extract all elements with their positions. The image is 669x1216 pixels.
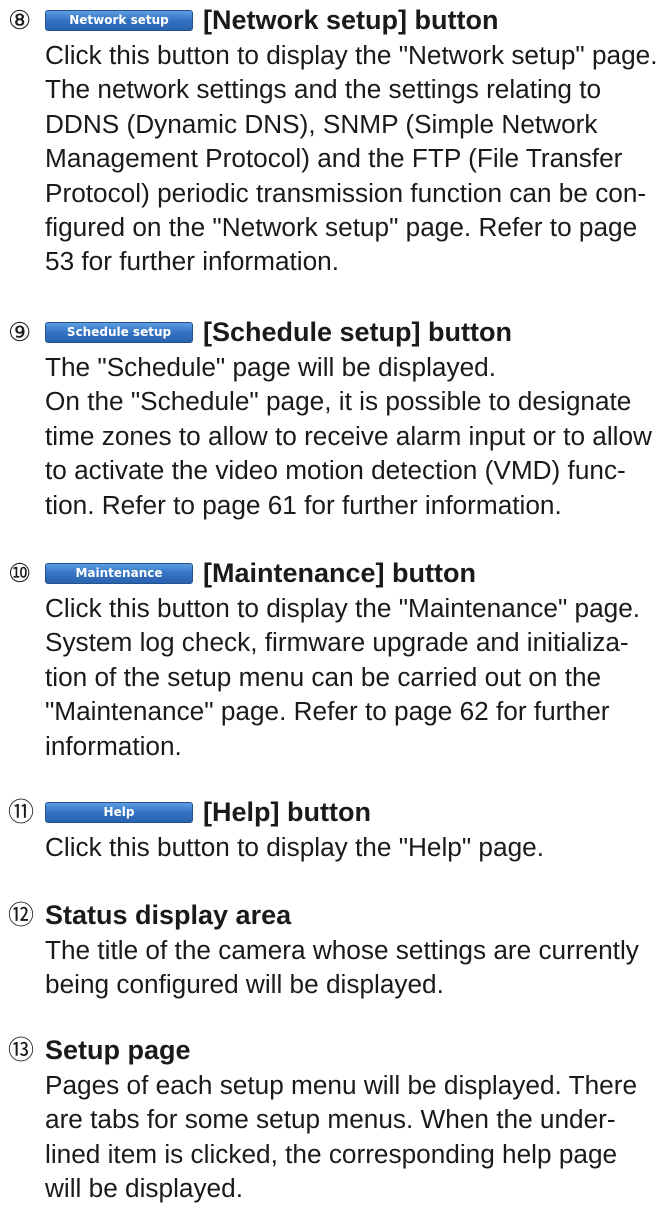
description-line: tion of the setup menu can be carried ou… xyxy=(45,661,602,692)
description-line: time zones to allow to receive alarm inp… xyxy=(45,420,652,451)
item-number: ⑧ xyxy=(8,5,32,35)
item-description: Pages of each setup menu will be display… xyxy=(45,1068,667,1206)
item-description: Click this button to display the "Mainte… xyxy=(45,591,667,763)
maintenance-button[interactable]: Maintenance xyxy=(45,563,193,584)
description-line: to activate the video motion detection (… xyxy=(45,455,626,486)
description-line: "Maintenance" page. Refer to page 62 for… xyxy=(45,696,610,727)
item-title: Status display area xyxy=(45,900,292,930)
description-line: The "Schedule" page will be displayed. xyxy=(45,352,496,382)
description-line: On the "Schedule" page, it is possible t… xyxy=(45,386,632,417)
description-line: will be displayed. xyxy=(45,1173,243,1204)
item-heading: ⑧ Network setup [Network setup] button xyxy=(0,0,669,38)
description-line: Click this button to display the "Help" … xyxy=(45,832,544,862)
description-line: DDNS (Dynamic DNS), SNMP (Simple Network xyxy=(45,108,598,139)
item-description: The "Schedule" page will be displayed. O… xyxy=(45,350,667,522)
item-caption: [Schedule setup] button xyxy=(203,317,512,347)
item-caption: [Maintenance] button xyxy=(203,558,476,588)
item-description: Click this button to display the "Help" … xyxy=(45,830,667,864)
item-caption: [Help] button xyxy=(203,797,371,827)
item-number: ⑬ xyxy=(8,1035,35,1065)
schedule-setup-button[interactable]: Schedule setup xyxy=(45,322,193,343)
item-heading: ⑪ Help [Help] button xyxy=(0,792,669,830)
description-line: Management Protocol) and the FTP (File T… xyxy=(45,143,623,174)
description-line: figured on the "Network setup" page. Ref… xyxy=(45,212,638,243)
description-line: are tabs for some setup menus. When the … xyxy=(45,1104,616,1135)
item-heading: ⑨ Schedule setup [Schedule setup] button xyxy=(0,312,669,350)
manual-page: { "items": [ { "number": "⑧", "button_la… xyxy=(0,0,669,1216)
description-line: 53 for further information. xyxy=(45,246,340,277)
description-line: Pages of each setup menu will be display… xyxy=(45,1070,638,1100)
item-description: Click this button to display the "Networ… xyxy=(45,38,667,279)
item-title: Setup page xyxy=(45,1035,191,1065)
description-line: The network settings and the settings re… xyxy=(45,74,602,105)
description-line: lined item is clicked, the corresponding… xyxy=(45,1138,618,1169)
item-heading: ⑩ Maintenance [Maintenance] button xyxy=(0,553,669,591)
description-line: being configured will be displayed. xyxy=(45,969,444,1000)
item-caption: [Network setup] button xyxy=(203,5,499,35)
help-button[interactable]: Help xyxy=(45,802,193,823)
description-line: tion. Refer to page 61 for further infor… xyxy=(45,489,562,520)
item-heading: ⑬ Setup page xyxy=(0,1030,669,1068)
description-line: The title of the camera whose settings a… xyxy=(45,935,639,965)
network-setup-button[interactable]: Network setup xyxy=(45,10,193,31)
item-number: ⑨ xyxy=(8,317,32,347)
description-line: Protocol) periodic transmission function… xyxy=(45,177,647,208)
description-line: Click this button to display the "Mainte… xyxy=(45,593,641,623)
description-line: Click this button to display the "Networ… xyxy=(45,40,658,70)
item-number: ⑩ xyxy=(8,558,32,588)
item-heading: ⑫ Status display area xyxy=(0,895,669,933)
item-description: The title of the camera whose settings a… xyxy=(45,933,667,1002)
description-line: information. xyxy=(45,730,182,761)
description-line: System log check, firmware upgrade and i… xyxy=(45,627,629,658)
item-number: ⑫ xyxy=(8,900,35,930)
item-number: ⑪ xyxy=(8,797,35,827)
